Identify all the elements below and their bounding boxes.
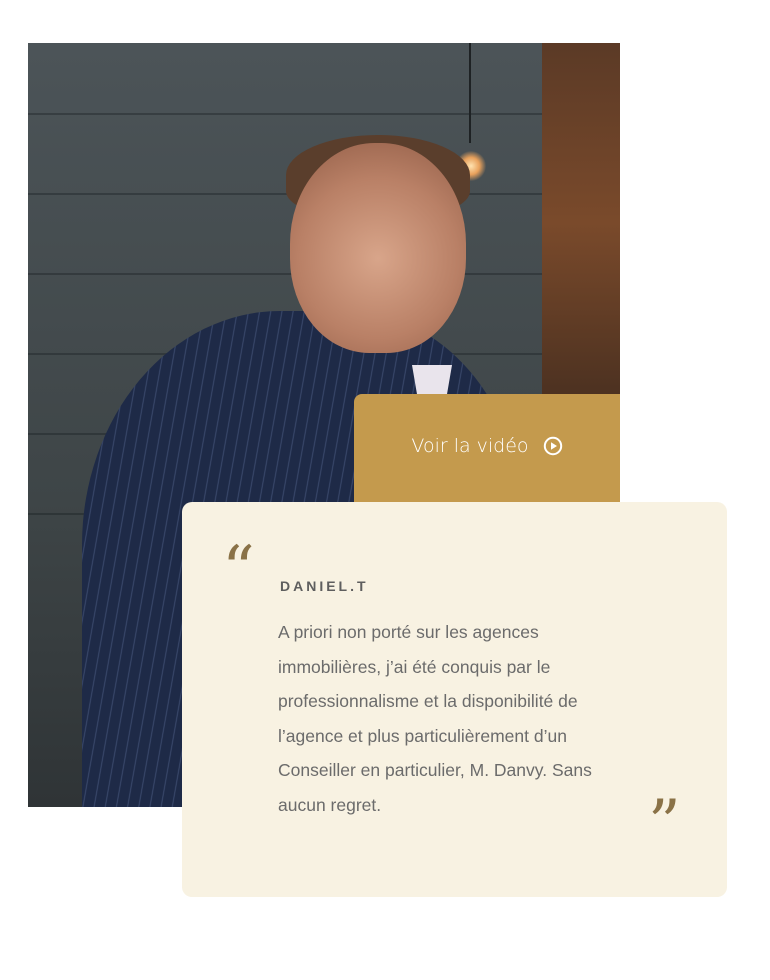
testimonial-text: A priori non porté sur les agences immob… — [278, 622, 592, 815]
play-circle-icon — [543, 436, 563, 456]
watch-video-button[interactable]: Voir la vidéo — [354, 394, 620, 502]
open-quote-icon: “ — [222, 538, 255, 588]
testimonial-author: DANIEL.T — [280, 578, 369, 594]
background-shelf — [542, 43, 620, 403]
testimonial-card: “ DANIEL.T A priori non porté sur les ag… — [182, 502, 727, 897]
face — [290, 143, 466, 353]
close-quote-icon: ” — [648, 792, 681, 838]
lamp-cord — [469, 43, 471, 143]
watch-video-label: Voir la vidéo — [411, 435, 529, 457]
